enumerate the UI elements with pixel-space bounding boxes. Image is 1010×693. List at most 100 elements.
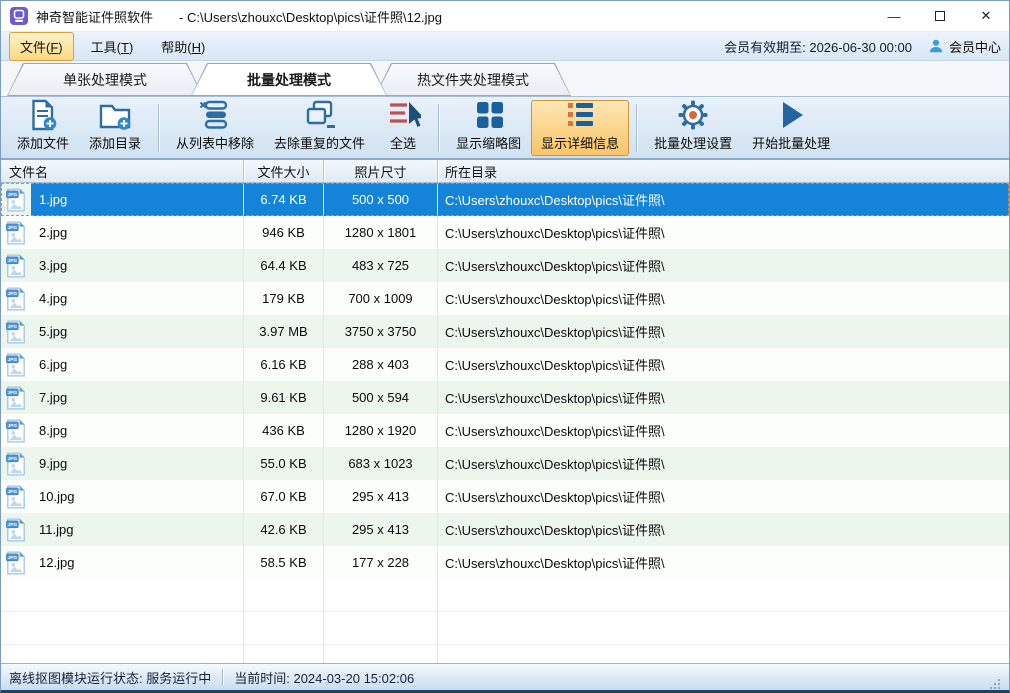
minimize-button[interactable]: — xyxy=(871,1,917,31)
file-name: 9.jpg xyxy=(39,456,67,471)
table-row[interactable]: JPG 11.jpg 42.6 KB 295 x 413 C:\Users\zh… xyxy=(1,513,1009,546)
file-size: 55.0 KB xyxy=(244,447,324,480)
table-body: JPG 1.jpg 6.74 KB 500 x 500 C:\Users\zho… xyxy=(1,183,1009,663)
file-size xyxy=(244,645,324,663)
column-header-directory[interactable]: 所在目录 xyxy=(438,160,1009,182)
file-size: 3.97 MB xyxy=(244,315,324,348)
file-size: 64.4 KB xyxy=(244,249,324,282)
photo-dimensions: 295 x 413 xyxy=(324,480,438,513)
photo-dimensions: 1280 x 1801 xyxy=(324,216,438,249)
toolbar: 添加文件 添加目录 从列表中移除 去除重复的文件 全选 显示 xyxy=(1,96,1009,159)
svg-text:JPG: JPG xyxy=(8,225,18,231)
status-separator xyxy=(222,669,223,685)
column-header-filename[interactable]: 文件名 xyxy=(1,160,244,182)
file-icon: JPG xyxy=(1,381,31,414)
file-directory: C:\Users\zhouxc\Desktop\pics\证件照\ xyxy=(438,348,1009,381)
photo-dimensions: 483 x 725 xyxy=(324,249,438,282)
table-row[interactable]: JPG 4.jpg 179 KB 700 x 1009 C:\Users\zho… xyxy=(1,282,1009,315)
svg-text:JPG: JPG xyxy=(8,291,18,297)
add-folder-icon xyxy=(97,98,133,132)
tab-single-mode[interactable]: 单张处理模式 xyxy=(7,63,203,96)
menu-file[interactable]: 文件(F) xyxy=(9,32,74,61)
select-all-icon xyxy=(385,98,421,132)
svg-text:JPG: JPG xyxy=(8,456,18,462)
svg-text:JPG: JPG xyxy=(8,258,18,264)
show-details-button[interactable]: 显示详细信息 xyxy=(531,100,629,156)
svg-text:JPG: JPG xyxy=(8,357,18,363)
empty-row xyxy=(1,612,1009,645)
column-header-filesize[interactable]: 文件大小 xyxy=(244,160,324,182)
remove-from-list-icon xyxy=(197,98,233,132)
remove-from-list-button[interactable]: 从列表中移除 xyxy=(166,100,264,156)
file-size: 42.6 KB xyxy=(244,513,324,546)
menu-tools[interactable]: 工具(T) xyxy=(80,32,145,61)
empty-row xyxy=(1,645,1009,663)
tab-batch-mode[interactable]: 批量处理模式 xyxy=(191,63,387,96)
svg-text:JPG: JPG xyxy=(8,324,18,330)
member-center-link[interactable]: 会员中心 xyxy=(928,37,1001,56)
file-size: 6.16 KB xyxy=(244,348,324,381)
file-name: 11.jpg xyxy=(39,522,73,537)
table-row[interactable]: JPG 1.jpg 6.74 KB 500 x 500 C:\Users\zho… xyxy=(1,183,1009,216)
svg-text:JPG: JPG xyxy=(8,522,18,528)
table-row[interactable]: JPG 5.jpg 3.97 MB 3750 x 3750 C:\Users\z… xyxy=(1,315,1009,348)
file-directory: C:\Users\zhouxc\Desktop\pics\证件照\ xyxy=(438,513,1009,546)
close-button[interactable]: ✕ xyxy=(963,1,1009,31)
file-size: 67.0 KB xyxy=(244,480,324,513)
table-row[interactable]: JPG 12.jpg 58.5 KB 177 x 228 C:\Users\zh… xyxy=(1,546,1009,579)
add-file-button[interactable]: 添加文件 xyxy=(7,100,79,156)
file-name: 2.jpg xyxy=(39,225,67,240)
photo-dimensions: 3750 x 3750 xyxy=(324,315,438,348)
batch-settings-button[interactable]: 批量处理设置 xyxy=(644,100,742,156)
svg-text:JPG: JPG xyxy=(8,489,18,495)
file-name: 6.jpg xyxy=(39,357,67,372)
table-row[interactable]: JPG 6.jpg 6.16 KB 288 x 403 C:\Users\zho… xyxy=(1,348,1009,381)
resize-grip[interactable] xyxy=(989,678,1001,690)
select-all-button[interactable]: 全选 xyxy=(375,100,431,156)
file-icon: JPG xyxy=(1,348,31,381)
show-thumbnails-button[interactable]: 显示缩略图 xyxy=(446,100,531,156)
file-icon: JPG xyxy=(1,414,31,447)
photo-dimensions: 500 x 594 xyxy=(324,381,438,414)
file-directory xyxy=(438,645,1009,663)
toolbar-separator xyxy=(438,104,439,152)
file-size: 179 KB xyxy=(244,282,324,315)
thumbnails-icon xyxy=(471,98,507,132)
column-header-dimensions[interactable]: 照片尺寸 xyxy=(324,160,438,182)
menu-help[interactable]: 帮助(H) xyxy=(150,32,216,61)
start-batch-button[interactable]: 开始批量处理 xyxy=(742,100,840,156)
photo-dimensions xyxy=(324,645,438,663)
file-directory: C:\Users\zhouxc\Desktop\pics\证件照\ xyxy=(438,480,1009,513)
remove-duplicates-button[interactable]: 去除重复的文件 xyxy=(264,100,375,156)
table-row[interactable]: JPG 9.jpg 55.0 KB 683 x 1023 C:\Users\zh… xyxy=(1,447,1009,480)
file-icon: JPG xyxy=(1,315,31,348)
window-controls: — ✕ xyxy=(871,1,1009,31)
file-size: 9.61 KB xyxy=(244,381,324,414)
photo-dimensions: 288 x 403 xyxy=(324,348,438,381)
tab-hotfolder-mode[interactable]: 热文件夹处理模式 xyxy=(375,63,571,96)
file-directory: C:\Users\zhouxc\Desktop\pics\证件照\ xyxy=(438,315,1009,348)
maximize-button[interactable] xyxy=(917,1,963,31)
photo-dimensions: 1280 x 1920 xyxy=(324,414,438,447)
file-name: 10.jpg xyxy=(39,489,74,504)
file-directory: C:\Users\zhouxc\Desktop\pics\证件照\ xyxy=(438,183,1009,216)
table-row[interactable]: JPG 3.jpg 64.4 KB 483 x 725 C:\Users\zho… xyxy=(1,249,1009,282)
table-row[interactable]: JPG 7.jpg 9.61 KB 500 x 594 C:\Users\zho… xyxy=(1,381,1009,414)
file-directory: C:\Users\zhouxc\Desktop\pics\证件照\ xyxy=(438,216,1009,249)
file-size xyxy=(244,579,324,611)
details-list-icon xyxy=(562,98,598,132)
table-header: 文件名 文件大小 照片尺寸 所在目录 xyxy=(1,160,1009,183)
file-name: 7.jpg xyxy=(39,390,67,405)
table-row[interactable]: JPG 8.jpg 436 KB 1280 x 1920 C:\Users\zh… xyxy=(1,414,1009,447)
file-icon: JPG xyxy=(1,249,31,282)
photo-dimensions xyxy=(324,579,438,611)
add-folder-button[interactable]: 添加目录 xyxy=(79,100,151,156)
photo-dimensions: 295 x 413 xyxy=(324,513,438,546)
file-directory: C:\Users\zhouxc\Desktop\pics\证件照\ xyxy=(438,381,1009,414)
photo-dimensions: 683 x 1023 xyxy=(324,447,438,480)
table-row[interactable]: JPG 2.jpg 946 KB 1280 x 1801 C:\Users\zh… xyxy=(1,216,1009,249)
table-row[interactable]: JPG 10.jpg 67.0 KB 295 x 413 C:\Users\zh… xyxy=(1,480,1009,513)
file-name: 8.jpg xyxy=(39,423,67,438)
empty-row xyxy=(1,579,1009,612)
document-path: - C:\Users\zhouxc\Desktop\pics\证件照\12.jp… xyxy=(179,7,442,26)
